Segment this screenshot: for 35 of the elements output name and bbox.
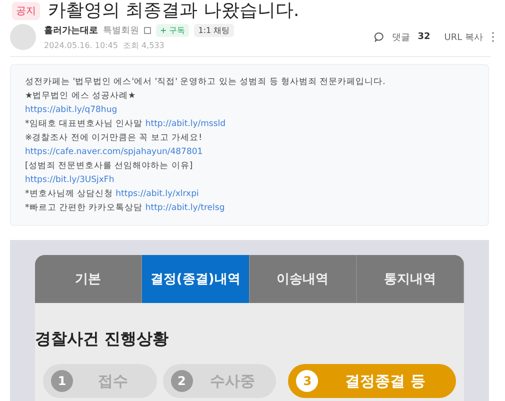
step-number: 3 <box>296 370 318 392</box>
notice-link[interactable]: https://bit.ly/3USjxFh <box>25 175 114 185</box>
subscribe-button[interactable]: + 구독 <box>156 24 190 36</box>
notice-line: *변호사님께 상담신청 https://abit.ly/xlrxpi <box>25 188 200 201</box>
url-copy-button[interactable]: URL 복사 <box>444 30 483 44</box>
notice-link[interactable]: https://cafe.naver.com/spjahayun/487801 <box>25 147 203 157</box>
step-number: 2 <box>170 370 193 392</box>
notice-line: ※경찰조사 전에 이거만큼은 꼭 보고 가세요! <box>25 132 204 145</box>
member-grade: 특별회원 <box>103 24 139 36</box>
notice-link[interactable]: http://abit.ly/trelsg <box>145 203 225 213</box>
notice-line: 성전카페는 '법무법인 에스'에서 '직접' 운영하고 있는 성범죄 등 형사범죄 전문카페입니다. <box>25 76 386 89</box>
author-name[interactable]: 흘러가는대로 <box>44 24 98 36</box>
notice-line: *임태호 대표변호사님 인사말 http://abit.ly/mssld <box>25 118 227 131</box>
post-title: 카촬영의 최종결과 나왔습니다. <box>48 0 300 22</box>
comment-count: 32 <box>418 32 430 42</box>
grade-icon <box>144 26 151 34</box>
step-number: 1 <box>51 370 73 392</box>
section-heading: 경찰사건 진행상황 <box>35 328 170 350</box>
comment-icon[interactable] <box>374 32 384 42</box>
progress-step: 3 결정종결 등 <box>288 364 456 398</box>
notice-line: *빠르고 간편한 카카오톡상담 http://abit.ly/trelsg <box>25 202 226 215</box>
post-date: 2024.05.16. 10:45 <box>44 40 118 50</box>
tab[interactable]: 이송내역 <box>250 255 357 303</box>
notice-line: [성범죄 전문변호사를 선임해야하는 이유] <box>25 160 194 173</box>
more-icon[interactable] <box>491 31 495 43</box>
comments-label[interactable]: 댓글 <box>392 30 410 44</box>
view-count: 조회 4,533 <box>122 40 164 50</box>
chat-button[interactable]: 1:1 채팅 <box>194 24 234 36</box>
notice-link[interactable]: http://abit.ly/mssld <box>145 119 226 129</box>
notice-link[interactable]: https://abit.ly/q78hug <box>25 105 118 115</box>
tab[interactable]: 기본 <box>35 255 142 303</box>
notice-link[interactable]: https://abit.ly/xlrxpi <box>116 189 199 199</box>
tab[interactable]: 결정(종결)내역 <box>142 255 250 303</box>
notice-badge: 공지 <box>12 2 40 20</box>
notice-line: ★법무법인 에스 성공사례★ <box>25 90 137 103</box>
